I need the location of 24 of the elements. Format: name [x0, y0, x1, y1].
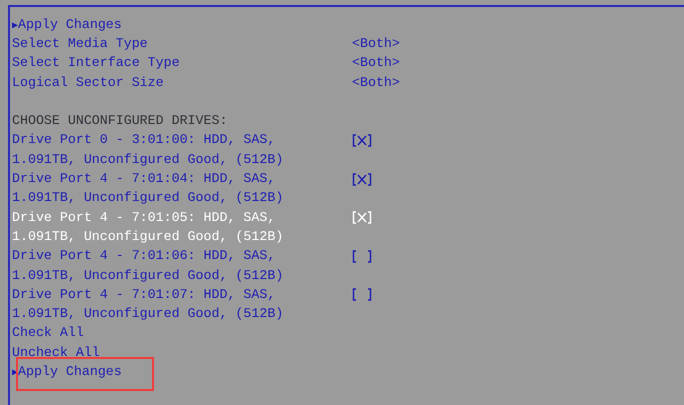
drive-entry[interactable]: Drive Port 4 - 7:01:06: HDD, SAS, [12, 246, 352, 266]
drive-checkbox[interactable] [352, 134, 372, 147]
drive-details: 1.091TB, Unconfigured Good, (512B) [12, 150, 284, 169]
drive-details: 1.091TB, Unconfigured Good, (512B) [12, 228, 284, 246]
drive-details: 1.091TB, Unconfigured Good, (512B) [12, 189, 284, 208]
drive-entry[interactable]: Drive Port 4 - 7:01:04: HDD, SAS, [12, 169, 352, 189]
drive-details: 1.091TB, Unconfigured Good, (512B) [12, 305, 284, 324]
apply-changes-link[interactable]: ▶Apply Changes [12, 14, 122, 35]
drive-details: 1.091TB, Unconfigured Good, (512B) [12, 266, 284, 285]
drive-checkbox[interactable] [352, 288, 372, 302]
setting-value[interactable]: <Both> [352, 53, 400, 74]
setting-value[interactable]: <Both> [352, 34, 400, 54]
drive-checkbox[interactable] [352, 172, 372, 186]
drive-checkbox[interactable] [352, 250, 372, 263]
setting-value[interactable]: <Both> [352, 72, 400, 93]
setting-label: Logical Sector Size [12, 74, 165, 92]
section-heading: CHOOSE UNCONFIGURED DRIVES: [12, 112, 228, 130]
drive-entry[interactable]: Drive Port 0 - 3:01:00: HDD, SAS, [12, 130, 352, 150]
setting-label: Select Interface Type [12, 54, 181, 72]
setting-label: Select Media Type [12, 34, 149, 53]
action-link[interactable]: Check All [12, 323, 84, 344]
drive-entry[interactable]: Drive Port 4 - 7:01:05: HDD, SAS, [12, 208, 352, 228]
drive-entry[interactable]: Drive Port 4 - 7:01:07: HDD, SAS, [12, 284, 352, 305]
action-link[interactable]: Uncheck All [12, 342, 100, 363]
